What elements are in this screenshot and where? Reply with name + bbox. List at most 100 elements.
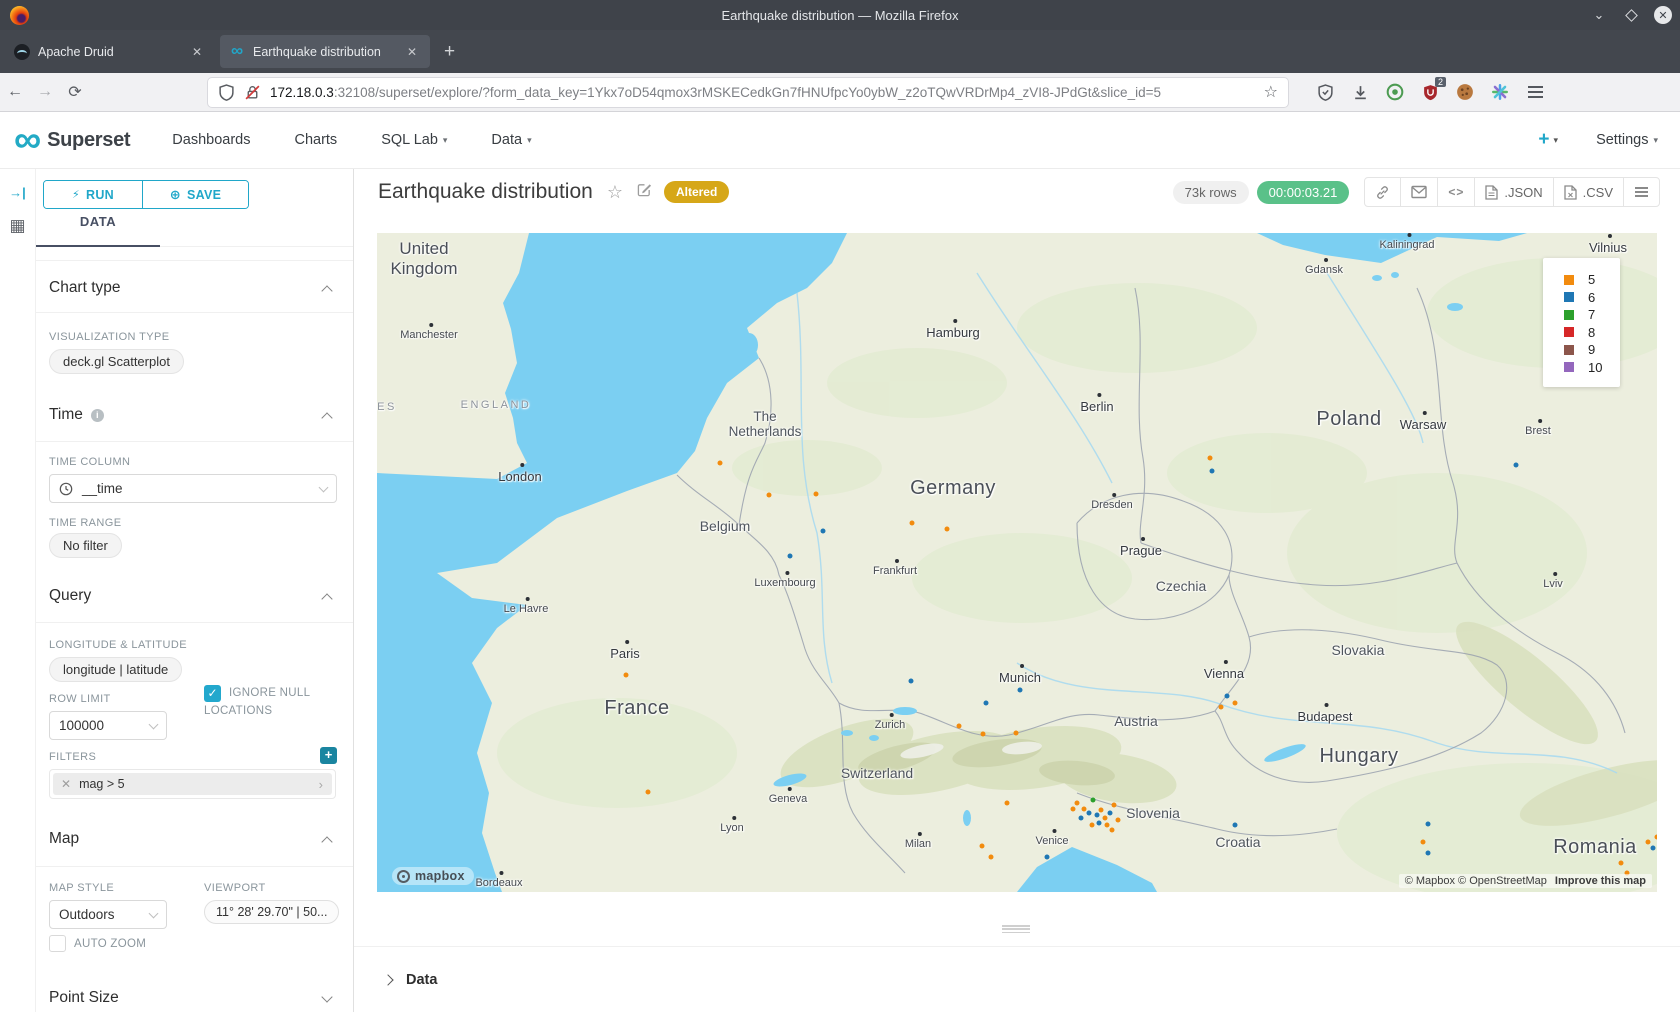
downloads-icon[interactable] bbox=[1351, 83, 1369, 101]
window-maximize-button[interactable] bbox=[1625, 9, 1638, 22]
section-time[interactable]: Time i bbox=[49, 406, 104, 424]
pinwheel-extension-icon[interactable] bbox=[1491, 83, 1509, 101]
earthquake-point bbox=[1045, 855, 1050, 860]
map-style-select[interactable]: Outdoors bbox=[49, 900, 167, 929]
viewport-value[interactable]: 11° 28' 29.70" | 50... bbox=[204, 900, 339, 924]
earthquake-point bbox=[1651, 846, 1656, 851]
earthquake-point bbox=[1014, 731, 1019, 736]
collapse-chevron-icon[interactable] bbox=[321, 593, 332, 604]
section-map[interactable]: Map bbox=[49, 830, 79, 848]
expand-panel-icon[interactable]: →| bbox=[9, 185, 26, 200]
embed-code-button[interactable]: <> bbox=[1437, 177, 1475, 207]
map-place-label: London bbox=[498, 469, 541, 484]
nav-data[interactable]: Data ▾ bbox=[491, 132, 531, 148]
favorite-star-icon[interactable]: ☆ bbox=[607, 182, 623, 203]
tab-apache-druid[interactable]: Apache Druid ✕ bbox=[5, 35, 215, 68]
chart-menu-button[interactable] bbox=[1623, 177, 1660, 207]
nav-sql-lab[interactable]: SQL Lab ▾ bbox=[381, 132, 447, 148]
section-point-size[interactable]: Point Size bbox=[49, 989, 119, 1007]
new-item-button[interactable]: + ▾ bbox=[1538, 129, 1558, 151]
mapbox-logo[interactable]: mapbox bbox=[392, 867, 474, 885]
collapse-chevron-icon[interactable] bbox=[321, 412, 332, 423]
earthquake-point bbox=[1233, 823, 1238, 828]
expand-chevron-icon[interactable] bbox=[321, 991, 332, 1002]
datasource-grid-icon[interactable]: ▦ bbox=[9, 216, 25, 236]
earthquake-point bbox=[910, 521, 915, 526]
copy-link-button[interactable] bbox=[1364, 177, 1401, 207]
section-query[interactable]: Query bbox=[49, 587, 91, 605]
url-input[interactable]: 172.18.0.3 :32108/superset/explore/?form… bbox=[208, 78, 1288, 107]
viz-type-value[interactable]: deck.gl Scatterplot bbox=[49, 349, 184, 374]
map-place-label: ES bbox=[377, 401, 397, 413]
extension-green-icon[interactable] bbox=[1386, 83, 1404, 101]
improve-map-link[interactable]: Improve this map bbox=[1555, 875, 1646, 887]
filter-chip[interactable]: ✕ mag > 5 › bbox=[49, 769, 336, 799]
viz-type-label: VISUALIZATION TYPE bbox=[49, 331, 170, 343]
time-range-value[interactable]: No filter bbox=[49, 533, 122, 558]
tab-close-icon[interactable]: ✕ bbox=[403, 43, 421, 61]
auto-zoom-checkbox[interactable] bbox=[49, 935, 66, 952]
map-place-label: Gdansk bbox=[1305, 264, 1343, 276]
map-place-label: Slovenia bbox=[1126, 805, 1180, 821]
forward-button[interactable]: → bbox=[30, 83, 60, 101]
legend-row: 10 bbox=[1543, 359, 1620, 377]
legend-row: 9 bbox=[1543, 341, 1620, 359]
map-place-label: Prague bbox=[1120, 543, 1162, 558]
tab-data[interactable]: DATA bbox=[36, 214, 160, 229]
legend-value: 5 bbox=[1588, 272, 1595, 287]
insecure-lock-icon[interactable] bbox=[244, 84, 261, 101]
map-place-label: Brest bbox=[1525, 425, 1551, 437]
edit-title-icon[interactable] bbox=[637, 182, 652, 202]
lonlat-value[interactable]: longitude | latitude bbox=[49, 657, 182, 682]
nav-dashboards[interactable]: Dashboards bbox=[172, 132, 250, 148]
clock-icon bbox=[59, 482, 73, 496]
data-results-panel[interactable]: Data bbox=[354, 946, 1680, 1012]
time-column-select[interactable]: __time bbox=[49, 474, 337, 503]
earthquake-point bbox=[1210, 469, 1215, 474]
export-csv-button[interactable]: .CSV bbox=[1553, 177, 1624, 207]
ublock-icon[interactable]: 2 bbox=[1421, 83, 1439, 101]
legend-value: 8 bbox=[1588, 325, 1595, 340]
earthquake-point bbox=[945, 527, 950, 532]
legend-swatch bbox=[1564, 310, 1574, 320]
expand-filter-icon[interactable]: › bbox=[319, 777, 332, 792]
collapse-chevron-icon[interactable] bbox=[321, 285, 332, 296]
map-place-label: Austria bbox=[1114, 713, 1158, 729]
tab-close-icon[interactable]: ✕ bbox=[188, 43, 206, 61]
shield-permissions-icon[interactable] bbox=[218, 84, 235, 101]
map-place-label: Berlin bbox=[1080, 399, 1113, 414]
tab-earthquake-distribution[interactable]: ∞ Earthquake distribution ✕ bbox=[220, 35, 430, 68]
export-json-button[interactable]: .JSON bbox=[1474, 177, 1553, 207]
cookie-extension-icon[interactable] bbox=[1456, 83, 1474, 101]
bookmark-star-icon[interactable]: ☆ bbox=[1264, 82, 1278, 102]
map-place-label: Belgium bbox=[700, 518, 751, 534]
pocket-icon[interactable] bbox=[1316, 83, 1334, 101]
chevron-down-icon: ▾ bbox=[527, 135, 532, 146]
add-filter-button[interactable]: + bbox=[320, 747, 337, 764]
email-button[interactable] bbox=[1400, 177, 1438, 207]
map-place-label: The Netherlands bbox=[729, 409, 802, 439]
settings-menu[interactable]: Settings ▾ bbox=[1596, 132, 1658, 148]
menu-hamburger-icon[interactable] bbox=[1526, 83, 1544, 101]
section-chart-type[interactable]: Chart type bbox=[49, 279, 121, 297]
map-place-label: Venice bbox=[1035, 835, 1068, 847]
map-place-label: Munich bbox=[999, 670, 1041, 685]
back-button[interactable]: ← bbox=[0, 83, 30, 101]
map-place-label: United Kingdom bbox=[390, 239, 457, 279]
save-button[interactable]: ⊕ SAVE bbox=[143, 181, 248, 208]
ignore-null-checkbox[interactable]: ✓ bbox=[204, 685, 221, 702]
deckgl-map[interactable]: United KingdomManchesterENGLANDLondonLe … bbox=[377, 233, 1657, 892]
panel-resize-handle[interactable] bbox=[1002, 925, 1030, 933]
window-close-button[interactable]: ✕ bbox=[1654, 6, 1672, 24]
map-place-label: Lyon bbox=[720, 822, 743, 834]
row-limit-select[interactable]: 100000 bbox=[49, 711, 167, 740]
nav-charts[interactable]: Charts bbox=[294, 132, 337, 148]
new-tab-button[interactable]: + bbox=[444, 41, 455, 63]
run-button[interactable]: ⚡ RUN bbox=[44, 181, 143, 208]
reload-button[interactable]: ⟳ bbox=[60, 82, 90, 102]
collapse-chevron-icon[interactable] bbox=[321, 836, 332, 847]
remove-filter-icon[interactable]: ✕ bbox=[53, 777, 79, 791]
superset-logo[interactable]: ∞ Superset bbox=[14, 125, 130, 155]
window-minimize-button[interactable]: ⌄ bbox=[1590, 6, 1608, 24]
firefox-titlebar: Earthquake distribution — Mozilla Firefo… bbox=[0, 0, 1680, 30]
